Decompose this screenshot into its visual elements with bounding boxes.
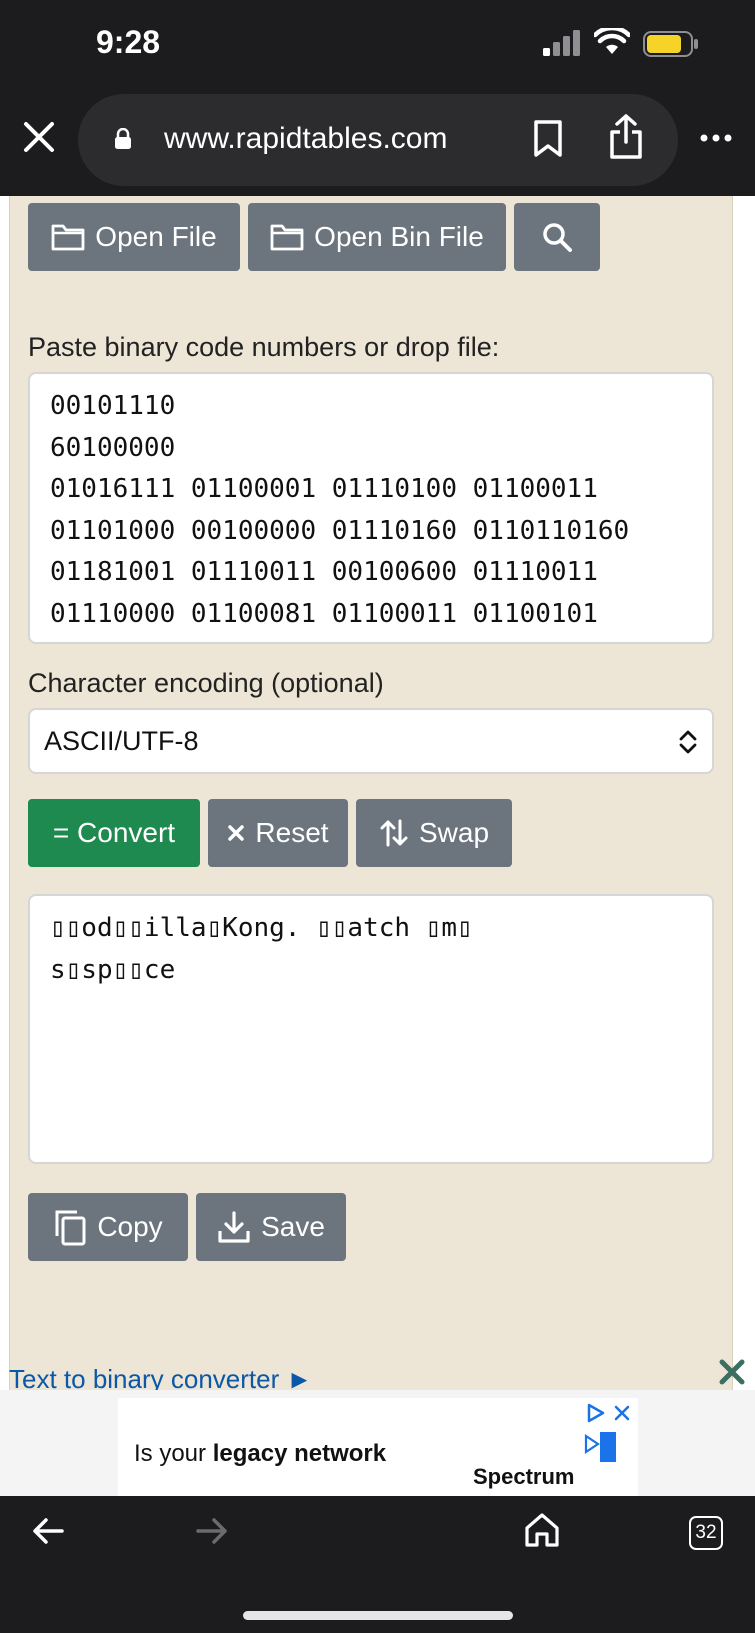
copy-label: Copy	[97, 1211, 163, 1242]
reset-label: Reset	[255, 817, 329, 848]
cellular-signal-icon	[543, 30, 580, 56]
folder-icon	[51, 224, 85, 251]
ad-banner[interactable]: Is your legacy network Spectrum	[0, 1390, 755, 1496]
address-field[interactable]: www.rapidtables.com	[78, 94, 678, 186]
save-button[interactable]: Save	[196, 1193, 346, 1261]
copy-button[interactable]: Copy	[28, 1193, 188, 1261]
home-indicator[interactable]	[243, 1611, 513, 1620]
bookmark-icon[interactable]	[533, 120, 563, 158]
adchoices-icon[interactable]	[586, 1402, 634, 1424]
open-file-label: Open File	[95, 221, 217, 252]
download-icon	[218, 1211, 250, 1243]
swap-button[interactable]: Swap	[356, 799, 512, 867]
swap-label: Swap	[418, 817, 490, 848]
convert-label: = Convert	[52, 817, 176, 848]
battery-icon	[643, 31, 698, 57]
web-page: Open File Open Bin File Paste binary cod…	[0, 196, 755, 1496]
select-chevron-icon	[679, 730, 697, 754]
home-icon[interactable]	[524, 1512, 560, 1548]
encoding-selected-value: ASCII/UTF-8	[44, 725, 199, 756]
ad-brand: Spectrum	[473, 1464, 575, 1489]
status-time: 9:28	[96, 24, 161, 60]
tabs-button[interactable]: 32	[689, 1516, 723, 1550]
encoding-select[interactable]: ASCII/UTF-8	[28, 708, 714, 774]
reset-button[interactable]: Reset	[208, 799, 348, 867]
browser-toolbar: 32	[0, 1496, 755, 1633]
close-icon	[228, 825, 245, 841]
converter-panel: Open File Open Bin File Paste binary cod…	[9, 196, 733, 1496]
lock-icon	[115, 128, 131, 149]
save-label: Save	[261, 1211, 325, 1242]
ad-headline-bold: legacy network	[212, 1440, 387, 1467]
share-icon[interactable]	[608, 114, 644, 160]
ad-headline: Is your legacy network	[134, 1440, 386, 1468]
status-bar: 9:28	[0, 0, 755, 90]
search-button[interactable]	[514, 203, 600, 271]
browser-url-bar: www.rapidtables.com	[0, 90, 755, 196]
adchoices-small-icon	[584, 1432, 616, 1462]
more-options-icon[interactable]	[700, 134, 732, 142]
ad-content[interactable]: Is your legacy network Spectrum	[118, 1398, 638, 1496]
close-ad-icon[interactable]	[712, 1352, 752, 1392]
binary-input-textarea[interactable]: 00101110 60100000 01016111 01100001 0111…	[28, 372, 714, 644]
ad-headline-text: Is your	[134, 1440, 213, 1467]
forward-arrow-icon[interactable]	[196, 1516, 228, 1546]
swap-arrows-icon	[380, 819, 408, 847]
text-output-textarea[interactable]: ▯▯od▯▯illa▯Kong. ▯▯atch ▯m▯ s▯sp▯▯ce	[28, 894, 714, 1164]
search-icon	[543, 223, 572, 252]
open-bin-file-button[interactable]: Open Bin File	[248, 203, 506, 271]
copy-icon	[55, 1210, 86, 1246]
wifi-icon	[594, 28, 630, 54]
url-text: www.rapidtables.com	[164, 122, 448, 155]
folder-icon	[270, 224, 304, 251]
encoding-label: Character encoding (optional)	[28, 668, 384, 698]
back-arrow-icon[interactable]	[32, 1516, 64, 1546]
input-label: Paste binary code numbers or drop file:	[28, 332, 500, 362]
convert-button[interactable]: = Convert	[28, 799, 200, 867]
open-bin-file-label: Open Bin File	[314, 221, 484, 252]
open-file-button[interactable]: Open File	[28, 203, 240, 271]
close-tab-icon[interactable]	[22, 120, 56, 154]
